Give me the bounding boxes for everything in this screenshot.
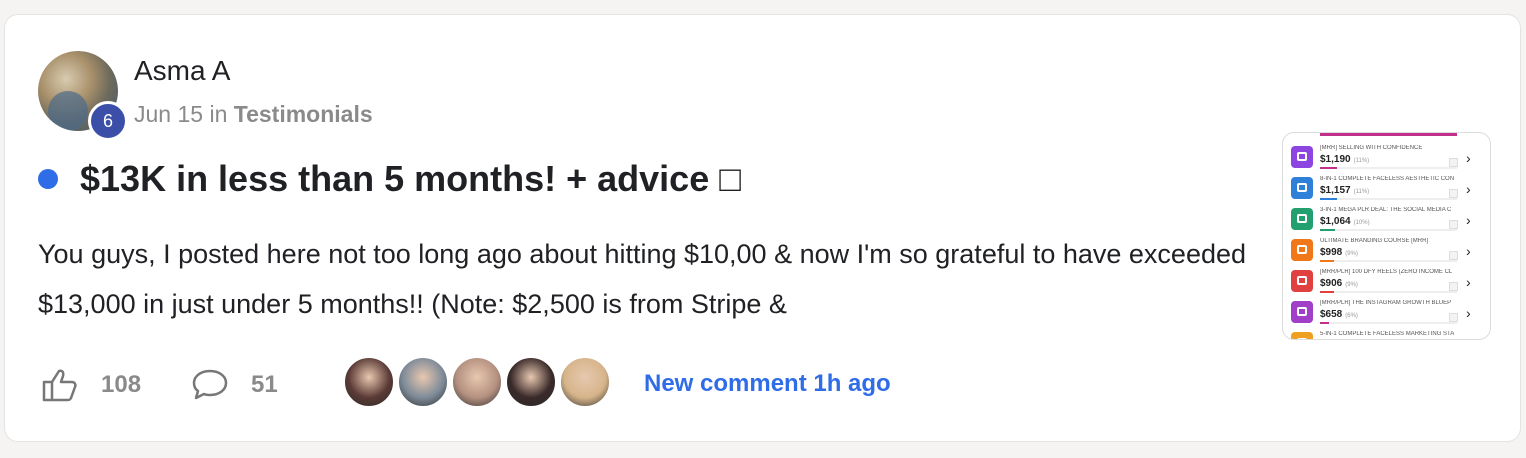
commenter-avatar-3[interactable] bbox=[452, 357, 502, 407]
bag-icon bbox=[1291, 239, 1313, 261]
comment-bubble-icon[interactable] bbox=[191, 368, 229, 402]
bag-icon bbox=[1291, 301, 1313, 323]
bag-icon bbox=[1291, 146, 1313, 168]
post-actions: 108 51 bbox=[41, 367, 278, 403]
commenter-avatar-2[interactable] bbox=[398, 357, 448, 407]
unread-dot bbox=[38, 169, 58, 189]
thumbnail-row-name: [MRR] SELLING WITH CONFIDENCE bbox=[1320, 145, 1423, 151]
thumbnail-row-price: $1,064 (10%) bbox=[1320, 216, 1370, 227]
thumbnail-row-checkbox bbox=[1449, 158, 1458, 167]
thumbnail-row-name: [MRR/PLR] THE INSTAGRAM GROWTH BLUEP bbox=[1320, 300, 1452, 306]
like-action[interactable]: 108 bbox=[41, 367, 141, 403]
thumbnail-row-price: $906 (9%) bbox=[1320, 278, 1358, 289]
thumbnail-row-price: $998 (9%) bbox=[1320, 247, 1358, 258]
bag-icon bbox=[1291, 332, 1313, 339]
thumbnail-row-checkbox bbox=[1449, 189, 1458, 198]
thumbnail-row-checkbox bbox=[1449, 220, 1458, 229]
title-row[interactable]: $13K in less than 5 months! + advice □ bbox=[38, 158, 741, 200]
thumbnail-row: [MRR] SELLING WITH CONFIDENCE $1,190 (11%)… bbox=[1283, 141, 1490, 172]
thumbnail-row-name: ULTIMATE BRANDING COURSE [MRR] bbox=[1320, 238, 1429, 244]
thumbnail-row-name: 8-IN-1 COMPLETE FACELESS AESTHETIC CON bbox=[1320, 176, 1455, 182]
thumbnail-row-price: $1,157 (11%) bbox=[1320, 185, 1370, 196]
thumbnail-row-checkbox bbox=[1449, 313, 1458, 322]
author-name[interactable]: Asma A bbox=[134, 55, 230, 87]
post-in-word: in bbox=[209, 101, 228, 127]
thumbnail-row-name: 3-IN-1 MEGA PLR DEAL: THE SOCIAL MEDIA C bbox=[1320, 207, 1452, 213]
chevron-right-icon: › bbox=[1466, 181, 1471, 197]
chevron-right-icon: › bbox=[1466, 243, 1471, 259]
thumbnail-row-price: $1,190 (11%) bbox=[1320, 154, 1370, 165]
thumbnail-row-bar bbox=[1320, 229, 1457, 231]
thumbnail-row: [MRR/PLR] 100 DFY REELS (ZERO INCOME CL $… bbox=[1283, 265, 1490, 296]
commenter-avatar-1[interactable] bbox=[344, 357, 394, 407]
thumbnail-top-cap bbox=[1320, 133, 1457, 136]
post-title[interactable]: $13K in less than 5 months! + advice □ bbox=[80, 158, 741, 200]
like-count: 108 bbox=[101, 371, 142, 398]
thumbnail-row-name: 5-IN-1 COMPLETE FACELESS MARKETING STA bbox=[1320, 331, 1455, 337]
post-meta: Jun 15 in Testimonials bbox=[134, 101, 373, 128]
thumbnail-row: [MRR/PLR] THE INSTAGRAM GROWTH BLUEP $658… bbox=[1283, 296, 1490, 327]
thumbs-up-icon[interactable] bbox=[41, 367, 79, 403]
post-card[interactable]: 6 Asma A Jun 15 in Testimonials $13K in … bbox=[4, 14, 1521, 442]
thumbnail-row-bar bbox=[1320, 291, 1457, 293]
thumbnail-row-bar bbox=[1320, 322, 1457, 324]
chevron-right-icon: › bbox=[1466, 150, 1471, 166]
commenter-avatars[interactable] bbox=[344, 357, 614, 407]
thumbnail-row-bar bbox=[1320, 167, 1457, 169]
commenter-avatar-5[interactable] bbox=[560, 357, 610, 407]
thumbnail-row-checkbox bbox=[1449, 282, 1458, 291]
chevron-right-icon: › bbox=[1466, 274, 1471, 290]
post-category[interactable]: Testimonials bbox=[234, 101, 373, 127]
author-avatar-wrap[interactable]: 6 bbox=[38, 51, 128, 141]
thumbnail-row: 5-IN-1 COMPLETE FACELESS MARKETING STA bbox=[1283, 327, 1490, 339]
bag-icon bbox=[1291, 177, 1313, 199]
thumbnail-row-bar bbox=[1320, 198, 1457, 200]
thumbnail-row: 8-IN-1 COMPLETE FACELESS AESTHETIC CON $1… bbox=[1283, 172, 1490, 203]
commenter-avatar-4[interactable] bbox=[506, 357, 556, 407]
comment-action[interactable]: 51 bbox=[191, 368, 278, 402]
thumbnail-row-price: $658 (6%) bbox=[1320, 309, 1358, 320]
post-excerpt[interactable]: You guys, I posted here not too long ago… bbox=[38, 229, 1268, 329]
thumbnail-row: 3-IN-1 MEGA PLR DEAL: THE SOCIAL MEDIA C… bbox=[1283, 203, 1490, 234]
bag-icon bbox=[1291, 208, 1313, 230]
post-date: Jun 15 bbox=[134, 101, 204, 127]
chevron-right-icon: › bbox=[1466, 212, 1471, 228]
thumbnail-row-bar bbox=[1320, 260, 1457, 262]
thumbnail-row: ULTIMATE BRANDING COURSE [MRR] $998 (9%) › bbox=[1283, 234, 1490, 265]
thumbnail-row-checkbox bbox=[1449, 251, 1458, 260]
bag-icon bbox=[1291, 270, 1313, 292]
level-badge: 6 bbox=[88, 101, 128, 141]
post-thumbnail[interactable]: [MRR] SELLING WITH CONFIDENCE $1,190 (11%)… bbox=[1282, 132, 1491, 340]
thumbnail-row-name: [MRR/PLR] 100 DFY REELS (ZERO INCOME CL bbox=[1320, 269, 1453, 275]
comment-count: 51 bbox=[251, 371, 278, 398]
new-comment-link[interactable]: New comment 1h ago bbox=[644, 370, 891, 398]
chevron-right-icon: › bbox=[1466, 305, 1471, 321]
